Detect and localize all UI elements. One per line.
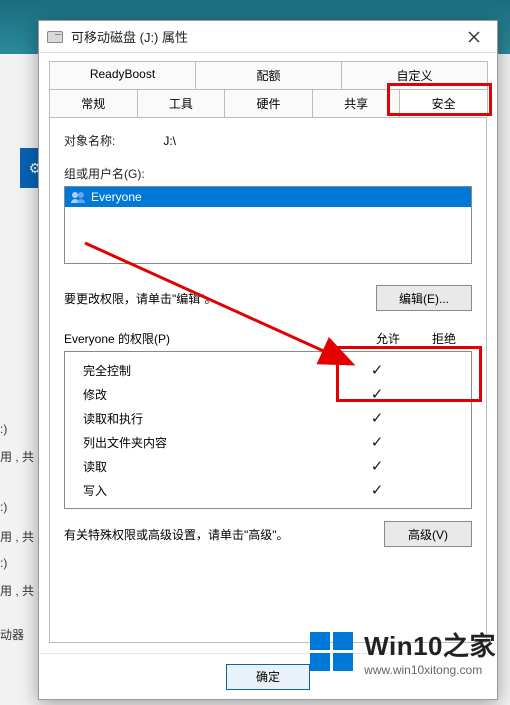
permissions-header-label: Everyone 的权限(P) [64, 330, 360, 347]
bg-text: :) [0, 422, 7, 436]
permission-name: 修改 [75, 386, 349, 403]
tab-customize[interactable]: 自定义 [341, 61, 488, 89]
permission-row: 读取和执行✓ [75, 406, 461, 430]
user-list[interactable]: Everyone [64, 186, 472, 264]
user-list-item-everyone[interactable]: Everyone [65, 187, 471, 207]
watermark: Win10之家 www.win10xitong.com [308, 626, 496, 677]
edit-hint: 要更改权限，请单击"编辑"。 [64, 290, 376, 307]
tab-quota[interactable]: 配额 [195, 61, 342, 89]
group-icon [69, 190, 87, 204]
titlebar: 可移动磁盘 (J:) 属性 [39, 21, 497, 53]
watermark-title: Win10之家 [364, 626, 496, 663]
bg-text: 动器 [0, 626, 24, 643]
permission-allow: ✓ [349, 409, 405, 427]
permission-allow: ✓ [349, 385, 405, 403]
drive-icon [47, 31, 63, 43]
permission-name: 完全控制 [75, 362, 349, 379]
object-name-value: J:\ [163, 134, 176, 148]
permission-allow: ✓ [349, 433, 405, 451]
ok-button[interactable]: 确定 [226, 664, 310, 690]
advanced-button[interactable]: 高级(V) [384, 521, 472, 547]
tab-body-security: 对象名称: J:\ 组或用户名(G): Everyone 要更改权限，请单击"编… [49, 117, 487, 643]
permission-row: 写入✓ [75, 478, 461, 502]
tab-security[interactable]: 安全 [399, 89, 488, 117]
permission-allow: ✓ [349, 361, 405, 379]
permission-name: 写入 [75, 482, 349, 499]
tab-general[interactable]: 常规 [49, 89, 138, 117]
tabs-area: ReadyBoost 配额 自定义 常规 工具 硬件 共享 安全 [39, 53, 497, 117]
permissions-deny-header: 拒绝 [416, 330, 472, 347]
dialog-title: 可移动磁盘 (J:) 属性 [71, 27, 459, 46]
bg-text: 用 , 共 [0, 582, 34, 599]
bg-text: 用 , 共 [0, 528, 34, 545]
windows-logo-icon [308, 628, 356, 676]
groups-label: 组或用户名(G): [64, 167, 145, 181]
permissions-table: 完全控制✓修改✓读取和执行✓列出文件夹内容✓读取✓写入✓ [64, 351, 472, 509]
object-name-label: 对象名称: [64, 132, 115, 149]
permission-name: 列出文件夹内容 [75, 434, 349, 451]
permission-row: 完全控制✓ [75, 358, 461, 382]
tab-readyboost[interactable]: ReadyBoost [49, 61, 196, 89]
edit-button[interactable]: 编辑(E)... [376, 285, 472, 311]
permission-row: 列出文件夹内容✓ [75, 430, 461, 454]
close-button[interactable] [459, 25, 489, 49]
advanced-hint: 有关特殊权限或高级设置，请单击"高级"。 [64, 526, 384, 543]
watermark-url: www.win10xitong.com [364, 663, 482, 677]
permission-row: 读取✓ [75, 454, 461, 478]
tab-sharing[interactable]: 共享 [312, 89, 401, 117]
close-icon [468, 31, 480, 43]
bg-text: 用 , 共 [0, 448, 34, 465]
tab-hardware[interactable]: 硬件 [224, 89, 313, 117]
bg-text: :) [0, 556, 7, 570]
permissions-allow-header: 允许 [360, 330, 416, 347]
permission-name: 读取 [75, 458, 349, 475]
permission-allow: ✓ [349, 481, 405, 499]
bg-text: :) [0, 500, 7, 514]
permission-name: 读取和执行 [75, 410, 349, 427]
permission-allow: ✓ [349, 457, 405, 475]
properties-dialog: 可移动磁盘 (J:) 属性 ReadyBoost 配额 自定义 常规 工具 硬件… [38, 20, 498, 700]
user-list-item-label: Everyone [91, 190, 142, 204]
permission-row: 修改✓ [75, 382, 461, 406]
tab-tools[interactable]: 工具 [137, 89, 226, 117]
